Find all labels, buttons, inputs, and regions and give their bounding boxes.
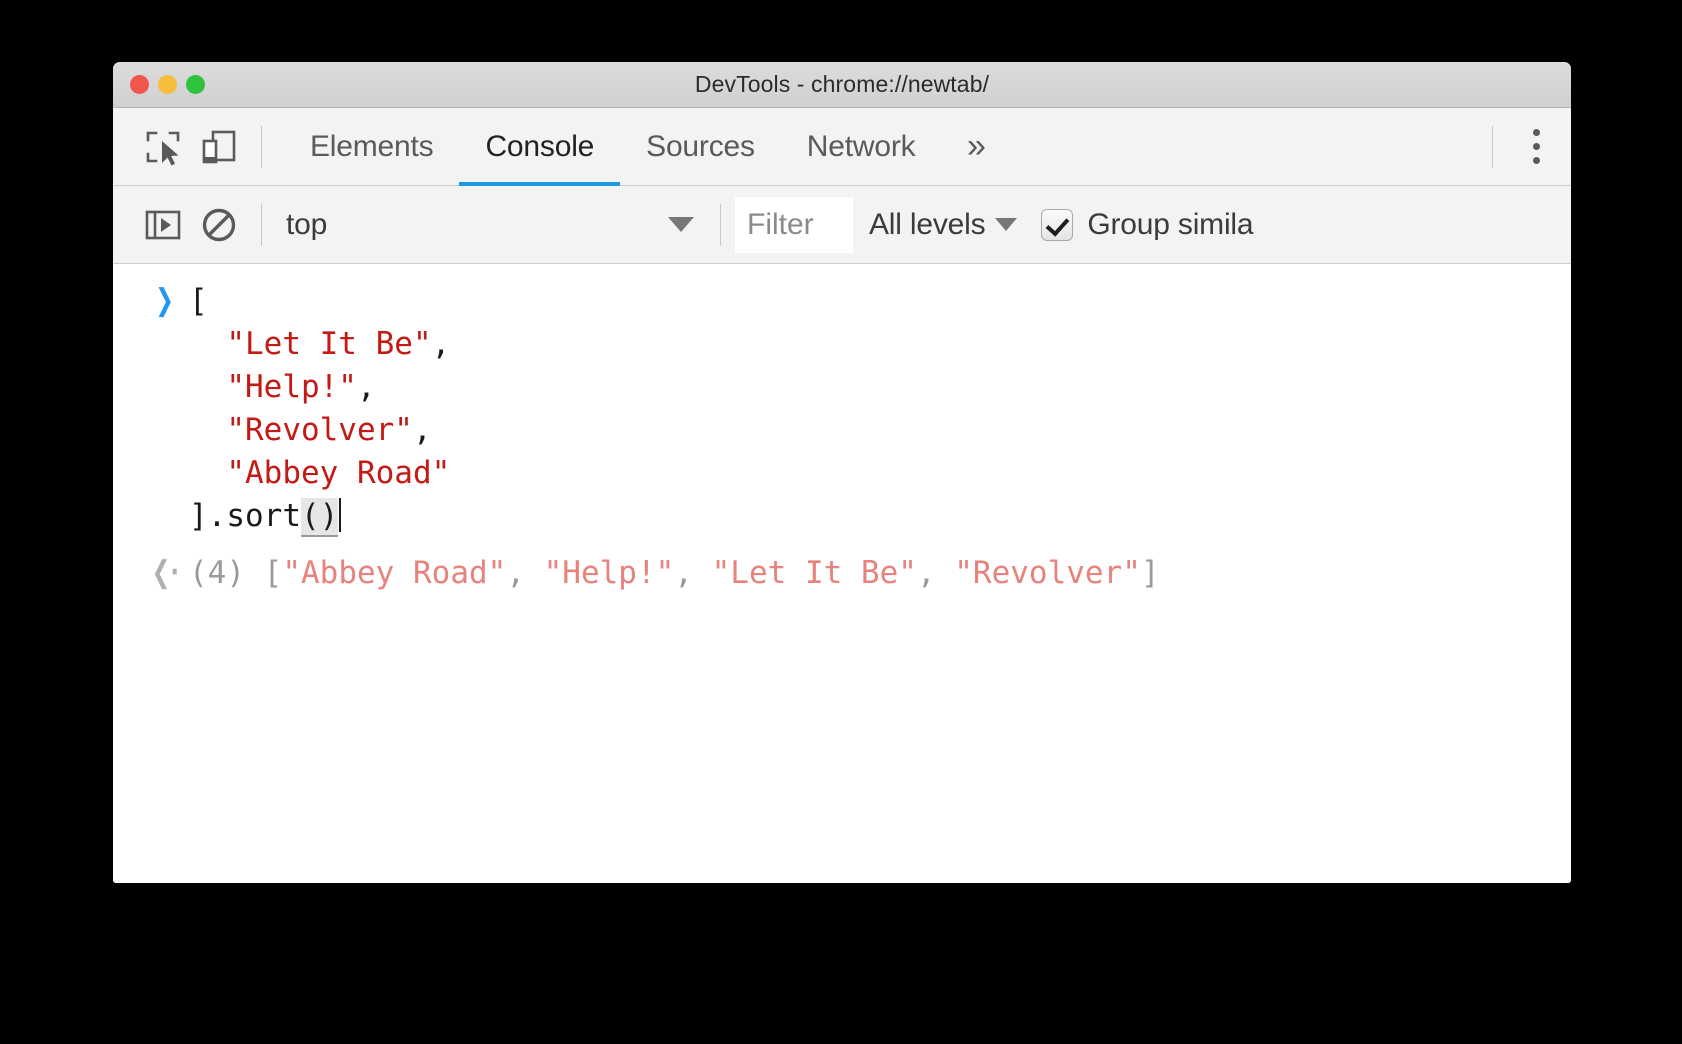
code-string-let-it-be: "Let It Be": [226, 326, 431, 362]
group-similar-label: Group simila: [1087, 208, 1253, 242]
code-string-revolver: "Revolver": [226, 412, 413, 448]
log-level-value: All levels: [869, 208, 985, 242]
group-similar-checkbox[interactable]: [1041, 209, 1073, 241]
chevron-down-icon: [668, 217, 694, 232]
window-title: DevTools - chrome://newtab/: [695, 71, 989, 98]
group-similar-toggle[interactable]: Group simila: [1041, 208, 1253, 242]
code-comma-1: ,: [432, 326, 451, 362]
tabbar-divider-2: [1492, 126, 1493, 168]
maximize-window-button[interactable]: [186, 75, 205, 94]
close-window-button[interactable]: [130, 75, 149, 94]
result-arrow-icon: ❮·: [141, 552, 189, 588]
tabbar-divider-1: [261, 126, 262, 168]
execution-context-selector[interactable]: top: [276, 197, 706, 253]
result-close-bracket: ]: [1141, 555, 1160, 591]
log-level-selector[interactable]: All levels: [853, 197, 1029, 253]
code-line-1: [: [189, 283, 208, 319]
screen-root: DevTools - chrome://newtab/ Elements: [0, 0, 1682, 1044]
code-bracket-match: (): [301, 498, 338, 537]
clear-console-icon[interactable]: [191, 197, 247, 253]
tab-overflow-icon[interactable]: »: [941, 108, 1011, 186]
text-cursor: [339, 498, 341, 532]
result-open-bracket: [: [264, 555, 283, 591]
code-comma-3: ,: [413, 412, 432, 448]
code-indent-3: [189, 369, 226, 405]
execution-context-value: top: [286, 208, 327, 242]
inspect-element-icon[interactable]: [135, 119, 191, 175]
console-result-entry[interactable]: ❮· (4) ["Abbey Road", "Help!", "Let It B…: [113, 552, 1571, 595]
minimize-window-button[interactable]: [158, 75, 177, 94]
tab-elements[interactable]: Elements: [284, 108, 459, 186]
console-toolbar-divider-2: [720, 204, 721, 246]
devtools-window: DevTools - chrome://newtab/ Elements: [113, 62, 1571, 883]
tabbar-right-group: [1478, 108, 1571, 186]
kebab-menu-icon[interactable]: [1507, 118, 1565, 176]
chevron-down-icon: [995, 218, 1017, 231]
tab-console[interactable]: Console: [459, 108, 620, 186]
window-titlebar: DevTools - chrome://newtab/: [113, 62, 1571, 108]
result-separator-1: ,: [674, 555, 711, 591]
tab-network[interactable]: Network: [781, 108, 942, 186]
console-toolbar-divider-1: [261, 204, 262, 246]
filter-input[interactable]: [735, 197, 853, 253]
result-count: (4): [189, 555, 245, 591]
devtools-tabbar: Elements Console Sources Network »: [113, 108, 1571, 186]
console-sidebar-toggle-icon[interactable]: [135, 197, 191, 253]
code-indent-4: [189, 412, 226, 448]
code-comma-2: ,: [357, 369, 376, 405]
result-item-1: "Help!": [544, 555, 675, 591]
code-string-help: "Help!": [226, 369, 357, 405]
result-item-0: "Abbey Road": [282, 555, 506, 591]
console-result-value[interactable]: (4) ["Abbey Road", "Help!", "Let It Be",…: [189, 552, 1160, 595]
code-indent-5: [189, 455, 226, 491]
result-item-3: "Revolver": [954, 555, 1141, 591]
code-close-sort: ].sort: [189, 498, 301, 534]
console-input-entry[interactable]: ❯ [ "Let It Be", "Help!", "Revolver", "A…: [113, 280, 1571, 538]
devtools-tabs: Elements Console Sources Network »: [284, 108, 1011, 186]
console-message-list[interactable]: ❯ [ "Let It Be", "Help!", "Revolver", "A…: [113, 264, 1571, 883]
result-separator-2: ,: [917, 555, 954, 591]
result-space: [245, 555, 264, 591]
result-separator-0: ,: [506, 555, 543, 591]
device-toolbar-icon[interactable]: [191, 119, 247, 175]
tab-sources[interactable]: Sources: [620, 108, 781, 186]
result-item-2: "Let It Be": [712, 555, 917, 591]
console-input-code[interactable]: [ "Let It Be", "Help!", "Revolver", "Abb…: [189, 280, 450, 538]
code-indent-2: [189, 326, 226, 362]
window-traffic-lights: [130, 62, 205, 107]
code-string-abbey-road: "Abbey Road": [226, 455, 450, 491]
console-toolbar: top All levels Group simila: [113, 186, 1571, 264]
prompt-arrow-icon: ❯: [141, 280, 189, 316]
